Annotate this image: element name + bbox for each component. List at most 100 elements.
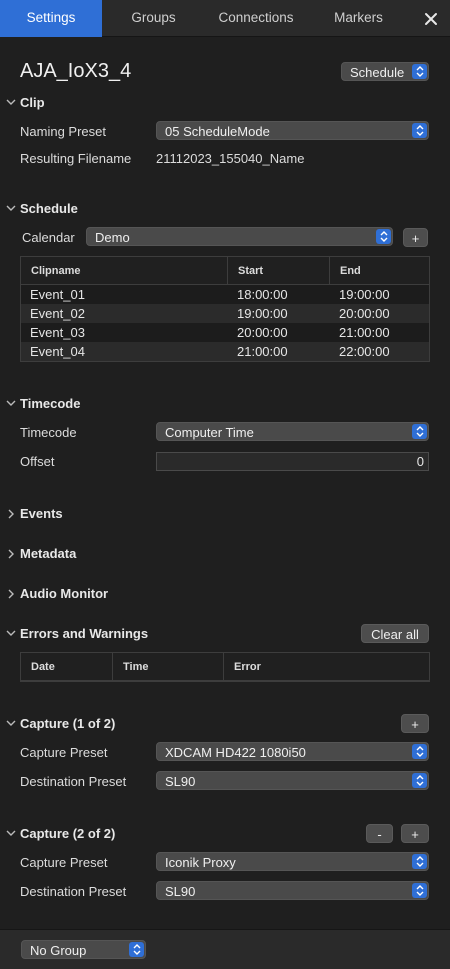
capture-preset-label: Capture Preset <box>20 745 108 760</box>
tab-groups[interactable]: Groups <box>102 0 205 37</box>
destination-preset-label: Destination Preset <box>20 774 127 789</box>
stepper-icon <box>412 773 427 788</box>
stepper-icon <box>412 424 427 439</box>
group-select[interactable]: No Group <box>21 940 146 959</box>
offset-label: Offset <box>20 454 55 469</box>
chevron-down-icon <box>6 829 16 839</box>
column-end[interactable]: End <box>329 257 429 285</box>
chevron-down-icon <box>6 98 16 108</box>
naming-preset-value: 05 ScheduleMode <box>165 124 270 139</box>
naming-preset-label: Naming Preset <box>20 124 106 139</box>
stepper-icon <box>129 942 144 957</box>
calendar-select[interactable]: Demo <box>86 227 393 246</box>
chevron-down-icon <box>6 204 16 214</box>
section-capture-1[interactable]: Capture (1 of 2) <box>6 716 115 731</box>
stepper-icon <box>412 883 427 898</box>
row-end: 22:00:00 <box>339 344 390 359</box>
table-row[interactable]: Event_02 19:00:00 20:00:00 <box>21 304 429 323</box>
section-clip[interactable]: Clip <box>6 95 45 110</box>
close-button[interactable] <box>412 0 450 37</box>
row-end: 19:00:00 <box>339 287 390 302</box>
destination-preset-value: SL90 <box>165 774 196 789</box>
column-time[interactable]: Time <box>112 653 223 681</box>
remove-capture-button[interactable]: - <box>366 824 393 843</box>
destination-preset-label: Destination Preset <box>20 884 127 899</box>
row-clipname: Event_03 <box>30 325 85 340</box>
naming-preset-select[interactable]: 05 ScheduleMode <box>156 121 429 140</box>
section-capture-1-label: Capture (1 of 2) <box>20 716 116 731</box>
section-schedule[interactable]: Schedule <box>6 201 78 216</box>
section-timecode[interactable]: Timecode <box>6 396 80 411</box>
schedule-table: Clipname Start End Event_01 18:00:00 19:… <box>20 256 430 362</box>
capture-preset-label: Capture Preset <box>20 855 108 870</box>
section-errors[interactable]: Errors and Warnings <box>6 626 148 641</box>
chevron-right-icon <box>6 589 16 599</box>
tab-settings[interactable]: Settings <box>0 0 102 37</box>
row-start: 19:00:00 <box>237 306 288 321</box>
chevron-right-icon <box>6 509 16 519</box>
errors-table-header: Date Time Error <box>21 653 429 681</box>
table-row[interactable]: Event_04 21:00:00 22:00:00 <box>21 342 429 361</box>
section-metadata[interactable]: Metadata <box>6 546 76 561</box>
row-start: 18:00:00 <box>237 287 288 302</box>
section-timecode-label: Timecode <box>20 396 81 411</box>
capture-preset-value: XDCAM HD422 1080i50 <box>165 745 306 760</box>
calendar-label: Calendar <box>22 230 75 245</box>
mode-select-value: Schedule <box>350 65 405 80</box>
section-capture-2-label: Capture (2 of 2) <box>20 826 116 841</box>
stepper-icon <box>412 123 427 138</box>
row-end: 20:00:00 <box>339 306 390 321</box>
section-schedule-label: Schedule <box>20 201 78 216</box>
row-start: 21:00:00 <box>237 344 288 359</box>
section-errors-label: Errors and Warnings <box>20 626 149 641</box>
stepper-icon <box>412 744 427 759</box>
capture-preset-select[interactable]: Iconik Proxy <box>156 852 429 871</box>
section-events-label: Events <box>20 506 63 521</box>
bottom-bar: No Group <box>0 929 450 969</box>
resulting-filename-label: Resulting Filename <box>20 151 132 166</box>
destination-preset-select[interactable]: SL90 <box>156 771 429 790</box>
row-clipname: Event_01 <box>30 287 85 302</box>
timecode-value: Computer Time <box>165 425 254 440</box>
destination-preset-value: SL90 <box>165 884 196 899</box>
row-end: 21:00:00 <box>339 325 390 340</box>
stepper-icon <box>412 64 427 79</box>
resulting-filename-value: 21112023_155040_Name <box>156 151 305 166</box>
destination-preset-select[interactable]: SL90 <box>156 881 429 900</box>
capture-preset-value: Iconik Proxy <box>165 855 236 870</box>
errors-table: Date Time Error <box>20 652 430 682</box>
section-events[interactable]: Events <box>6 506 63 521</box>
add-calendar-button[interactable]: + <box>403 228 428 247</box>
column-start[interactable]: Start <box>227 257 329 285</box>
chevron-right-icon <box>6 549 16 559</box>
mode-select[interactable]: Schedule <box>341 62 429 81</box>
stepper-icon <box>376 229 391 244</box>
section-audio-monitor[interactable]: Audio Monitor <box>6 586 108 601</box>
section-clip-label: Clip <box>20 95 45 110</box>
device-title: AJA_IoX3_4 <box>20 60 132 82</box>
tab-markers[interactable]: Markers <box>307 0 410 37</box>
clear-all-button[interactable]: Clear all <box>361 624 429 643</box>
schedule-table-header: Clipname Start End <box>21 257 429 285</box>
timecode-select[interactable]: Computer Time <box>156 422 429 441</box>
tab-bar: Settings Groups Connections Markers <box>0 0 450 37</box>
tab-connections[interactable]: Connections <box>205 0 307 37</box>
section-audio-monitor-label: Audio Monitor <box>20 586 109 601</box>
add-capture-button[interactable]: + <box>401 714 429 733</box>
column-date[interactable]: Date <box>21 653 112 681</box>
chevron-down-icon <box>6 399 16 409</box>
offset-input[interactable]: 0 <box>156 452 429 471</box>
chevron-down-icon <box>6 629 16 639</box>
calendar-value: Demo <box>95 230 130 245</box>
timecode-label: Timecode <box>20 425 77 440</box>
column-error[interactable]: Error <box>223 653 429 681</box>
table-row[interactable]: Event_01 18:00:00 19:00:00 <box>21 285 429 304</box>
add-capture-button[interactable]: + <box>401 824 429 843</box>
column-clipname[interactable]: Clipname <box>21 257 227 285</box>
close-icon <box>425 12 437 25</box>
row-clipname: Event_02 <box>30 306 85 321</box>
row-clipname: Event_04 <box>30 344 85 359</box>
section-capture-2[interactable]: Capture (2 of 2) <box>6 826 115 841</box>
table-row[interactable]: Event_03 20:00:00 21:00:00 <box>21 323 429 342</box>
capture-preset-select[interactable]: XDCAM HD422 1080i50 <box>156 742 429 761</box>
